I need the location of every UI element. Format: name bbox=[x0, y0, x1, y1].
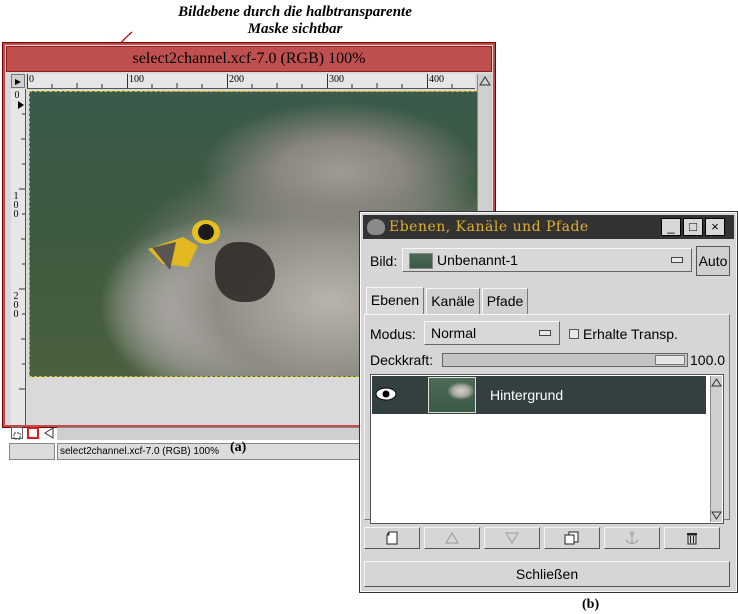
keep-transparency-label: Erhalte Transp. bbox=[583, 326, 678, 342]
dropdown-indicator-icon bbox=[671, 257, 683, 263]
annotation-line-1: Bildebene durch die halbtransparente bbox=[178, 4, 412, 20]
keep-transparency-checkbox[interactable] bbox=[569, 329, 579, 339]
lower-layer-button[interactable] bbox=[484, 527, 540, 549]
layer-list[interactable]: Hintergrund bbox=[370, 374, 724, 524]
layer-list-scrollbar[interactable] bbox=[710, 376, 722, 522]
eye-visibility-icon[interactable] bbox=[374, 386, 398, 402]
layer-name: Hintergrund bbox=[490, 387, 564, 403]
layer-toolbar bbox=[364, 527, 730, 551]
scroll-up-arrow-icon[interactable] bbox=[479, 75, 491, 87]
layer-thumbnail bbox=[428, 377, 476, 413]
pointer-coordinates-box bbox=[9, 443, 55, 460]
layers-dialog-title: Ebenen, Kanäle und Pfade bbox=[389, 219, 589, 235]
delete-layer-icon bbox=[687, 533, 697, 545]
anchor-layer-button[interactable] bbox=[604, 527, 660, 549]
delete-layer-button[interactable] bbox=[664, 527, 720, 549]
layers-dialog: Ebenen, Kanäle und Pfade _ □ × Bild: Unb… bbox=[359, 211, 738, 593]
raise-layer-icon bbox=[445, 532, 459, 544]
gimp-wilber-icon bbox=[367, 219, 385, 235]
annotation-line-2: Maske sichtbar bbox=[247, 21, 343, 37]
quick-mask-on-icon[interactable] bbox=[27, 427, 39, 439]
new-layer-icon bbox=[386, 531, 398, 545]
opacity-value: 100.0 bbox=[690, 352, 726, 368]
close-window-button[interactable]: × bbox=[705, 218, 725, 236]
scroll-left-arrow-icon[interactable] bbox=[43, 427, 55, 439]
opacity-label: Deckkraft: bbox=[370, 352, 434, 368]
tab-ebenen[interactable]: Ebenen bbox=[366, 287, 424, 315]
close-button[interactable]: Schließen bbox=[364, 561, 730, 587]
maximize-button[interactable]: □ bbox=[683, 218, 703, 236]
tab-kanaele[interactable]: Kanäle bbox=[426, 288, 480, 314]
image-status-text: select2channel.xcf-7.0 (RGB) 100% bbox=[57, 443, 377, 460]
caption-a: (a) bbox=[230, 440, 247, 455]
tab-pfade[interactable]: Pfade bbox=[482, 288, 528, 314]
auto-button[interactable]: Auto bbox=[696, 246, 730, 276]
annotation-text: Bildebene durch die halbtransparente Mas… bbox=[120, 4, 470, 38]
image-select-value: Unbenannt-1 bbox=[437, 252, 518, 268]
layer-row[interactable]: Hintergrund bbox=[372, 376, 706, 414]
vertical-ruler[interactable]: 0 100 200 bbox=[11, 89, 26, 425]
image-thumbnail-icon bbox=[409, 253, 433, 269]
image-label: Bild: bbox=[370, 253, 398, 269]
duplicate-layer-button[interactable] bbox=[544, 527, 600, 549]
mode-label: Modus: bbox=[370, 326, 416, 342]
opacity-slider-handle[interactable] bbox=[655, 355, 685, 365]
mode-select[interactable]: Normal bbox=[424, 321, 560, 345]
dropdown-indicator-icon bbox=[539, 330, 551, 336]
falcon-cheek bbox=[215, 242, 275, 302]
scroll-down-arrow-icon[interactable] bbox=[711, 510, 722, 521]
new-layer-button[interactable] bbox=[364, 527, 420, 549]
mode-select-value: Normal bbox=[431, 325, 477, 341]
quick-mask-menu-button[interactable] bbox=[11, 74, 25, 88]
falcon-eye bbox=[198, 224, 214, 240]
image-horizontal-scrollbar[interactable] bbox=[57, 427, 377, 440]
horizontal-ruler[interactable]: 0 100 200 300 400 bbox=[27, 74, 475, 89]
minimize-button[interactable]: _ bbox=[661, 218, 681, 236]
image-select[interactable]: Unbenannt-1 bbox=[402, 248, 692, 272]
lower-layer-icon bbox=[505, 532, 519, 544]
caption-b: (b) bbox=[582, 597, 600, 612]
opacity-slider[interactable] bbox=[442, 353, 688, 367]
scroll-up-arrow-icon[interactable] bbox=[711, 377, 722, 388]
duplicate-layer-icon bbox=[564, 531, 579, 545]
image-window-title[interactable]: select2channel.xcf-7.0 (RGB) 100% bbox=[6, 46, 492, 72]
layers-dialog-titlebar[interactable]: Ebenen, Kanäle und Pfade _ □ × bbox=[363, 215, 734, 239]
anchor-layer-icon bbox=[625, 531, 639, 544]
quick-mask-off-icon[interactable] bbox=[11, 427, 23, 440]
raise-layer-button[interactable] bbox=[424, 527, 480, 549]
